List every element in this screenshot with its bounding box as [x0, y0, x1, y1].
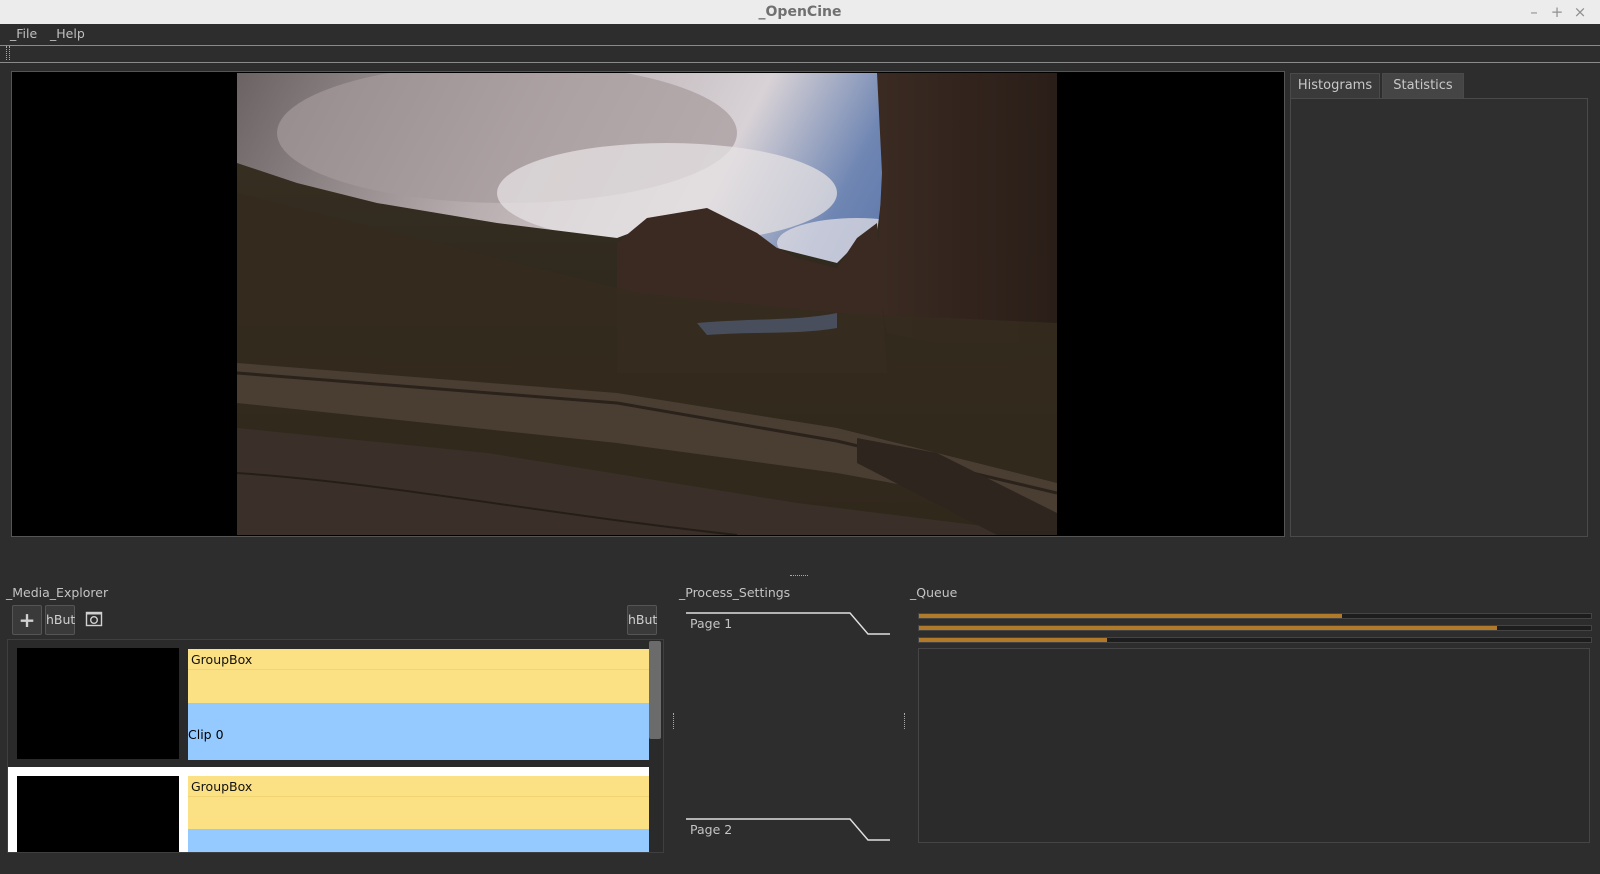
- clip-list: GroupBox Clip 0 GroupBox: [7, 639, 664, 853]
- page-1-label[interactable]: Page 1: [690, 616, 732, 631]
- page-2-label[interactable]: Page 2: [690, 822, 732, 837]
- minimize-icon[interactable]: –: [1525, 2, 1543, 22]
- clip-groupbox: GroupBox: [188, 776, 649, 829]
- window-title: _OpenCine: [758, 4, 842, 20]
- menu-help[interactable]: _Help: [50, 25, 85, 43]
- clip-label: Clip 0: [188, 727, 224, 742]
- clip-thumbnail: [17, 776, 179, 852]
- queue-progress-bar: [918, 637, 1592, 643]
- clip-info: Clip 0: [188, 703, 649, 760]
- queue-progress-bar: [918, 613, 1592, 619]
- camera-icon[interactable]: [85, 610, 103, 628]
- preview-image: [237, 73, 1057, 535]
- h-button-1[interactable]: hBut: [45, 605, 75, 635]
- tab-panel: [1290, 98, 1588, 537]
- clip-list-scrollbar[interactable]: [649, 641, 661, 739]
- groupbox-label: GroupBox: [191, 779, 253, 794]
- tab-histograms[interactable]: Histograms: [1290, 73, 1380, 98]
- progress-fill: [919, 614, 1343, 618]
- clip-card[interactable]: GroupBox: [8, 767, 649, 852]
- clip-info: [188, 829, 649, 852]
- groupbox-divider: [188, 796, 649, 797]
- toolbar-grip-icon[interactable]: [6, 46, 10, 60]
- tab-statistics[interactable]: Statistics: [1382, 73, 1464, 98]
- close-icon[interactable]: ×: [1571, 2, 1589, 22]
- clip-card[interactable]: GroupBox Clip 0: [8, 640, 649, 760]
- splitter-handle[interactable]: [790, 575, 808, 579]
- media-explorer-title: _Media_Explorer: [6, 585, 109, 600]
- progress-fill: [919, 638, 1108, 642]
- queue-list: [918, 648, 1590, 843]
- add-icon[interactable]: +: [12, 605, 42, 635]
- menu-bar: [0, 24, 1600, 44]
- toolbar: [0, 45, 1600, 63]
- groupbox-divider: [188, 669, 649, 670]
- splitter-handle[interactable]: [904, 713, 907, 729]
- h-button-2[interactable]: hBut: [627, 605, 657, 635]
- splitter-handle[interactable]: [673, 713, 676, 729]
- maximize-icon[interactable]: +: [1548, 2, 1566, 22]
- queue-title: _Queue: [910, 585, 958, 600]
- queue-progress-bar: [918, 625, 1592, 631]
- clip-thumbnail: [17, 648, 179, 759]
- clip-groupbox: GroupBox: [188, 649, 649, 703]
- process-settings-title: _Process_Settings: [679, 585, 791, 600]
- progress-fill: [919, 626, 1497, 630]
- groupbox-label: GroupBox: [191, 652, 253, 667]
- menu-file[interactable]: _File: [10, 25, 37, 43]
